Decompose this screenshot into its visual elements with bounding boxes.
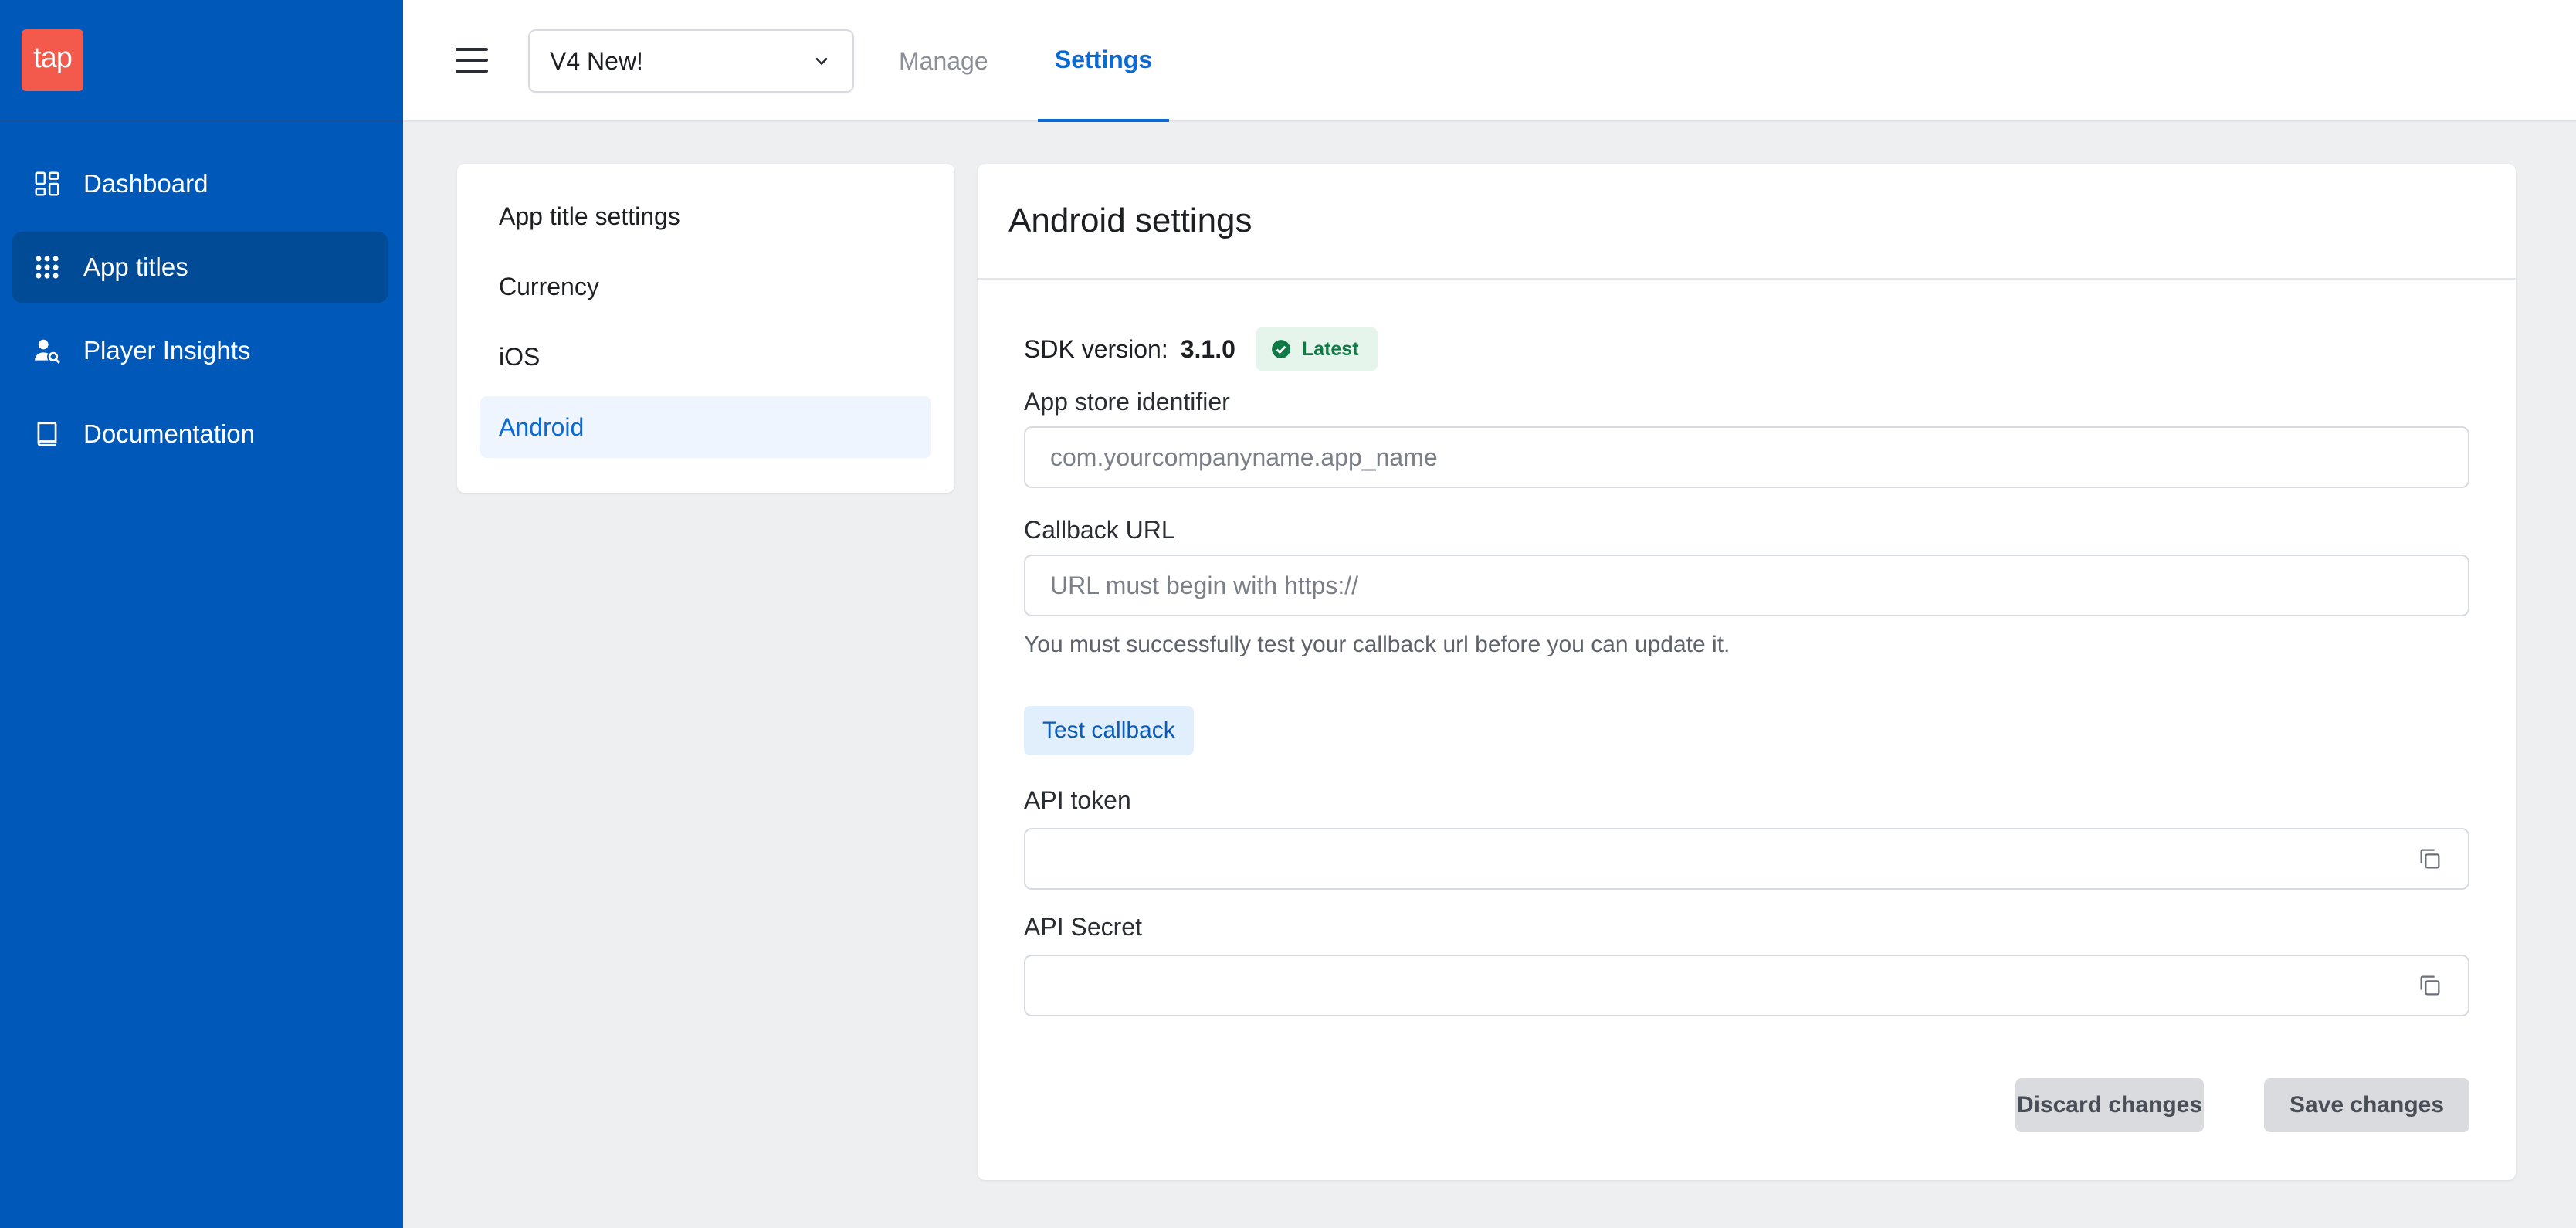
- status-badge-label: Latest: [1301, 338, 1359, 360]
- sidebar-item-documentation[interactable]: Documentation: [12, 399, 388, 470]
- discard-changes-button[interactable]: Discard changes: [2015, 1078, 2204, 1132]
- app-store-identifier-label: App store identifier: [1024, 388, 1230, 416]
- sdk-version-row: SDK version: 3.1.0 Latest: [1024, 327, 1378, 371]
- api-token-label: API token: [1024, 786, 1131, 814]
- api-secret-field[interactable]: [1024, 955, 2469, 1016]
- sidebar-item-player-insights[interactable]: Player Insights: [12, 315, 388, 386]
- sidebar-item-label: Dashboard: [83, 169, 208, 198]
- callback-url-input[interactable]: URL must begin with https://: [1024, 555, 2469, 616]
- app-title-select[interactable]: V4 New!: [528, 29, 854, 93]
- page-title: Android settings: [978, 164, 2516, 280]
- copy-icon[interactable]: [2417, 972, 2443, 999]
- tab-settings[interactable]: Settings: [1038, 0, 1169, 122]
- callback-help-text: You must successfully test your callback…: [1024, 632, 1730, 657]
- settings-menu-item-android[interactable]: Android: [480, 396, 931, 458]
- settings-menu-item-currency[interactable]: Currency: [480, 256, 931, 317]
- chevron-down-icon: [815, 57, 828, 66]
- sidebar-item-label: Player Insights: [83, 336, 251, 365]
- user-search-icon: [32, 336, 62, 365]
- api-token-field[interactable]: [1024, 828, 2469, 890]
- copy-icon[interactable]: [2417, 846, 2443, 872]
- tab-manage[interactable]: Manage: [899, 0, 988, 122]
- grid-dots-icon: [32, 253, 62, 282]
- callback-url-label: Callback URL: [1024, 516, 1175, 544]
- android-settings-card: Android settings SDK version: 3.1.0 Late…: [978, 164, 2516, 1180]
- app-store-identifier-placeholder: com.yourcompanyname.app_name: [1050, 443, 1438, 471]
- callback-url-placeholder: URL must begin with https://: [1050, 571, 1358, 599]
- app-title-select-value: V4 New!: [550, 46, 643, 75]
- save-changes-button[interactable]: Save changes: [2264, 1078, 2469, 1132]
- brand-area: tap: [0, 0, 403, 122]
- sdk-version-value: 3.1.0: [1180, 334, 1235, 363]
- test-callback-button[interactable]: Test callback: [1024, 706, 1194, 755]
- status-badge: Latest: [1255, 327, 1378, 371]
- logo[interactable]: tap: [22, 29, 83, 91]
- menu-icon[interactable]: [456, 48, 488, 74]
- sidebar-item-dashboard[interactable]: Dashboard: [12, 148, 388, 219]
- sidebar-item-label: Documentation: [83, 419, 255, 448]
- book-icon: [32, 419, 62, 449]
- sidebar-item-label: App titles: [83, 253, 188, 281]
- app-store-identifier-input[interactable]: com.yourcompanyname.app_name: [1024, 426, 2469, 488]
- api-secret-label: API Secret: [1024, 913, 1142, 941]
- settings-menu: App title settings Currency iOS Android: [457, 164, 954, 493]
- sidebar: tap Dashboard App titles Player Insights…: [0, 0, 403, 1228]
- settings-menu-item-ios[interactable]: iOS: [480, 326, 931, 388]
- sidebar-nav: Dashboard App titles Player Insights Doc…: [12, 148, 388, 482]
- sidebar-item-app-titles[interactable]: App titles: [12, 232, 388, 303]
- check-circle-icon: [1271, 340, 1290, 358]
- settings-menu-item-app-title[interactable]: App title settings: [480, 185, 931, 247]
- top-bar: V4 New! Manage Settings: [403, 0, 2576, 122]
- sdk-version-label: SDK version:: [1024, 334, 1168, 363]
- dashboard-icon: [32, 169, 62, 198]
